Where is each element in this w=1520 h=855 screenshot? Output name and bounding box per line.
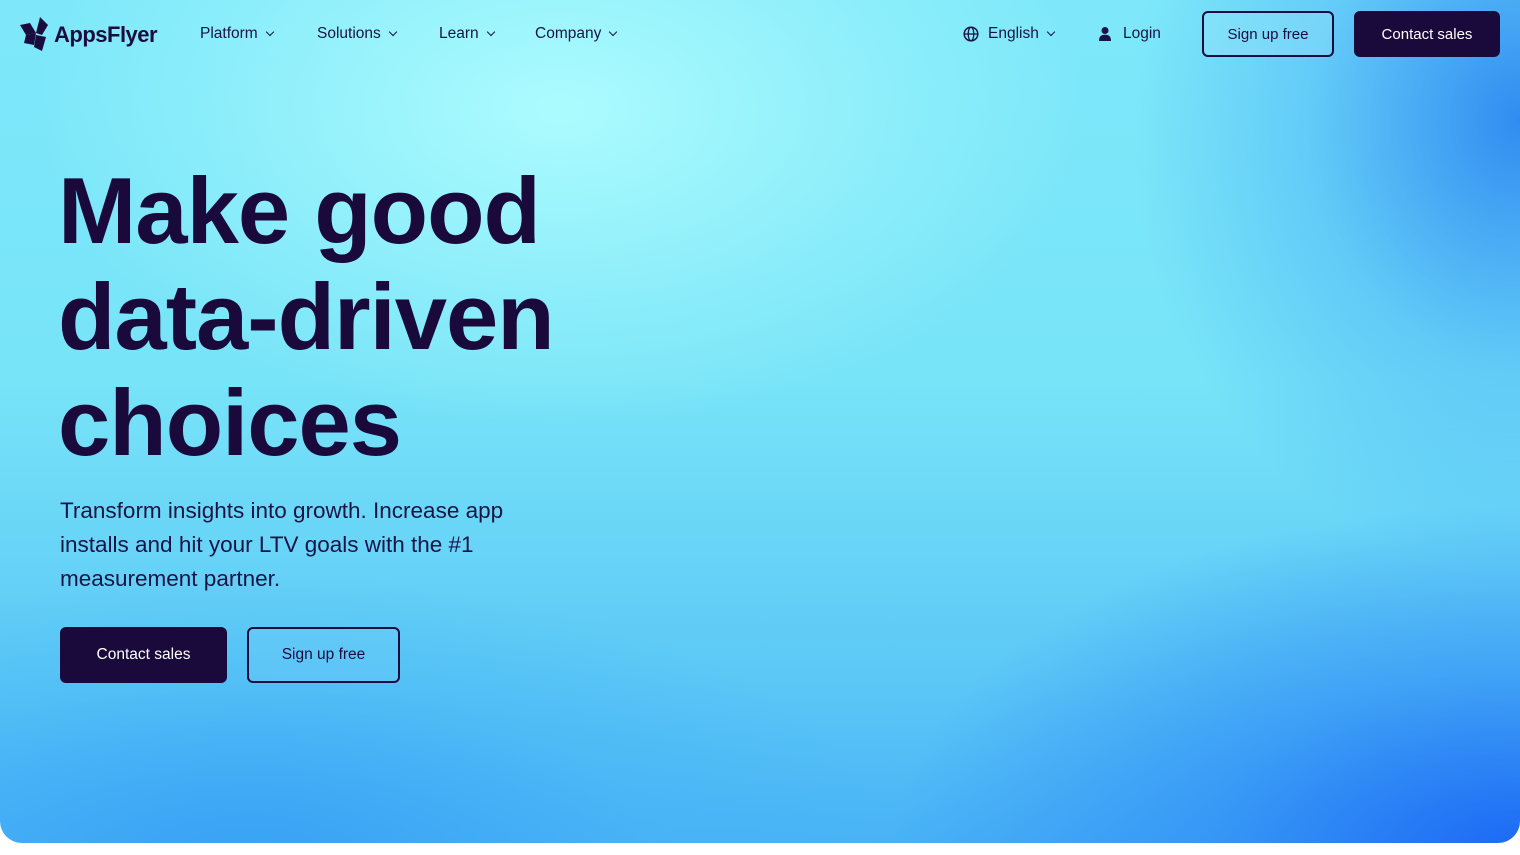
chevron-down-icon	[1046, 27, 1056, 37]
hero-contact-sales-button[interactable]: Contact sales	[60, 627, 227, 683]
user-icon	[1099, 27, 1111, 41]
headline-line-2: data-driven	[58, 264, 555, 369]
hero-subheading: Transform insights into growth. Increase…	[60, 498, 504, 591]
headline-line-1: Make good	[58, 158, 541, 263]
hero-headline: Make good data-driven choices	[58, 158, 555, 476]
chevron-down-icon	[609, 27, 618, 37]
top-navigation: AppsFlyer Platform Solutions Learn Compa…	[0, 0, 1520, 68]
globe-icon	[963, 26, 979, 42]
nav-sign-up-free-button[interactable]: Sign up free	[1202, 11, 1334, 57]
hero-sign-up-free-button[interactable]: Sign up free	[247, 627, 400, 683]
nav-learn-label: Learn	[439, 25, 479, 42]
nav-company[interactable]: Company	[535, 22, 618, 46]
hero-section: AppsFlyer Platform Solutions Learn Compa…	[0, 0, 1520, 843]
appsflyer-logo[interactable]: AppsFlyer	[19, 15, 158, 53]
chevron-down-icon	[486, 27, 495, 37]
nav-solutions-label: Solutions	[317, 25, 381, 42]
nav-platform[interactable]: Platform	[200, 22, 274, 46]
headline-line-3: choices	[58, 370, 402, 475]
chevron-down-icon	[265, 27, 274, 37]
language-label: English	[988, 25, 1039, 42]
nav-contact-sales-button[interactable]: Contact sales	[1354, 11, 1500, 57]
login-label: Login	[1123, 25, 1161, 42]
brand-name: AppsFlyer	[54, 22, 158, 47]
chevron-down-icon	[388, 27, 398, 37]
nav-company-label: Company	[535, 25, 602, 42]
appsflyer-logo-icon	[20, 17, 48, 51]
nav-platform-label: Platform	[200, 25, 258, 42]
nav-solutions[interactable]: Solutions	[317, 22, 398, 46]
login-link[interactable]: Login	[1098, 22, 1161, 46]
language-selector[interactable]: English	[963, 22, 1056, 46]
nav-learn[interactable]: Learn	[439, 22, 495, 46]
